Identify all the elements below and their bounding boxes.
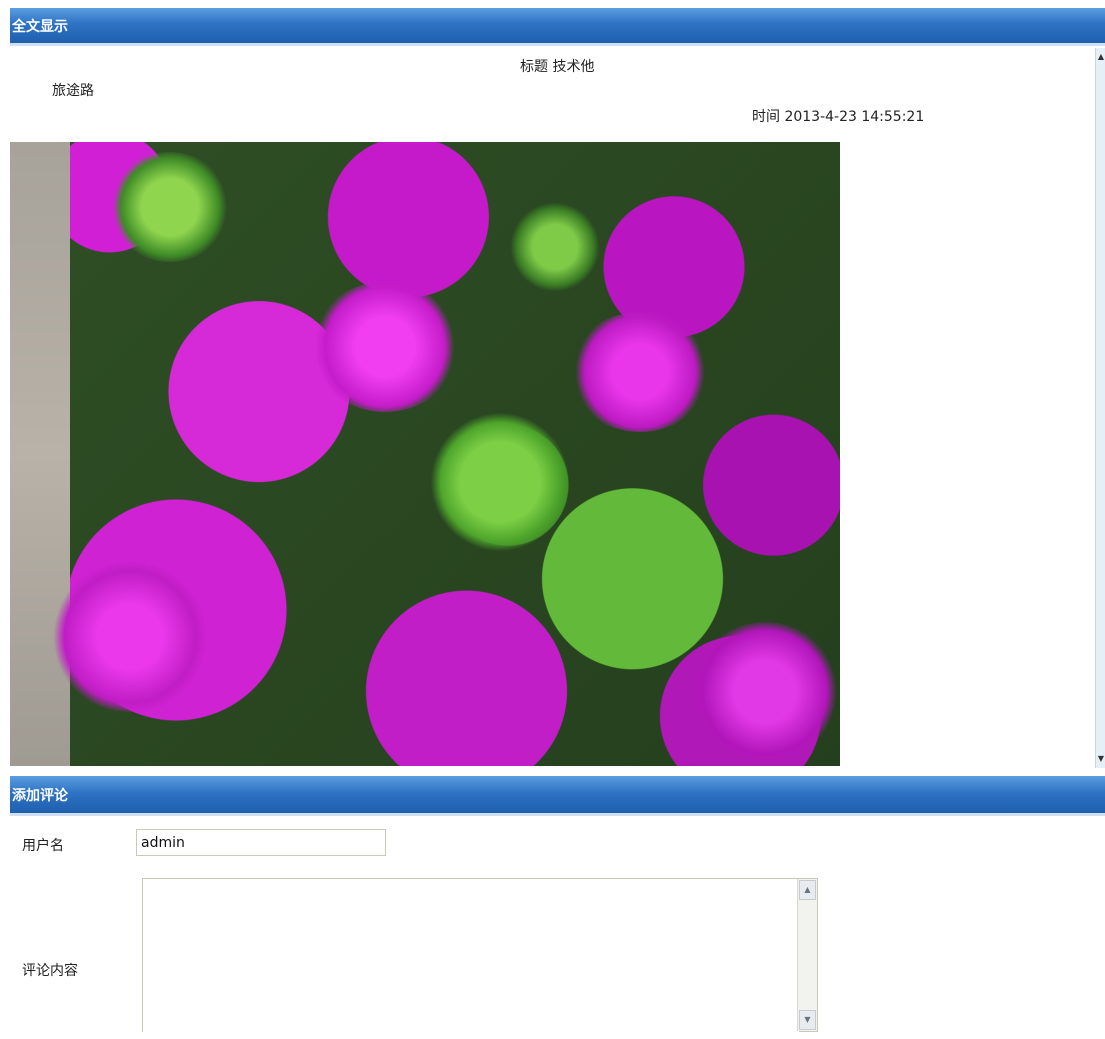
username-label: 用户名 [22, 838, 64, 854]
comment-content-textarea[interactable] [143, 879, 799, 1035]
comment-content-label: 评论内容 [22, 963, 78, 979]
photo-leaf-cluster [510, 202, 600, 292]
photo-flower [50, 562, 210, 712]
textarea-scroll-up-icon[interactable]: ▲ [799, 880, 816, 900]
article-content: 标题 技术他 旅途路 时间 2013-4-23 14:55:21 [10, 48, 1095, 768]
textarea-scroll-down-icon[interactable]: ▼ [799, 1010, 816, 1030]
article-author: 旅途路 [52, 83, 94, 99]
textarea-scrollbar[interactable]: ▲ ▼ [797, 879, 817, 1031]
add-comment-title: 添加评论 [12, 788, 68, 804]
article-photo [10, 142, 840, 766]
photo-leaf-cluster [430, 412, 570, 552]
article-time: 时间 2013-4-23 14:55:21 [752, 109, 925, 125]
content-scrollbar[interactable]: ▲ ▼ [1095, 48, 1105, 768]
article-title: 标题 技术他 [520, 59, 595, 75]
comment-content-box: ▲ ▼ [142, 878, 818, 1035]
photo-leaf-cluster [110, 152, 230, 262]
full-text-title: 全文显示 [12, 19, 68, 35]
scroll-down-icon[interactable]: ▼ [1096, 752, 1105, 766]
photo-flower [570, 312, 710, 432]
full-text-header: 全文显示 [10, 8, 1105, 46]
username-input[interactable] [136, 829, 386, 856]
scroll-up-icon[interactable]: ▲ [1096, 50, 1105, 64]
add-comment-header: 添加评论 [10, 776, 1105, 816]
photo-flower [310, 282, 460, 412]
photo-flower [690, 622, 840, 762]
